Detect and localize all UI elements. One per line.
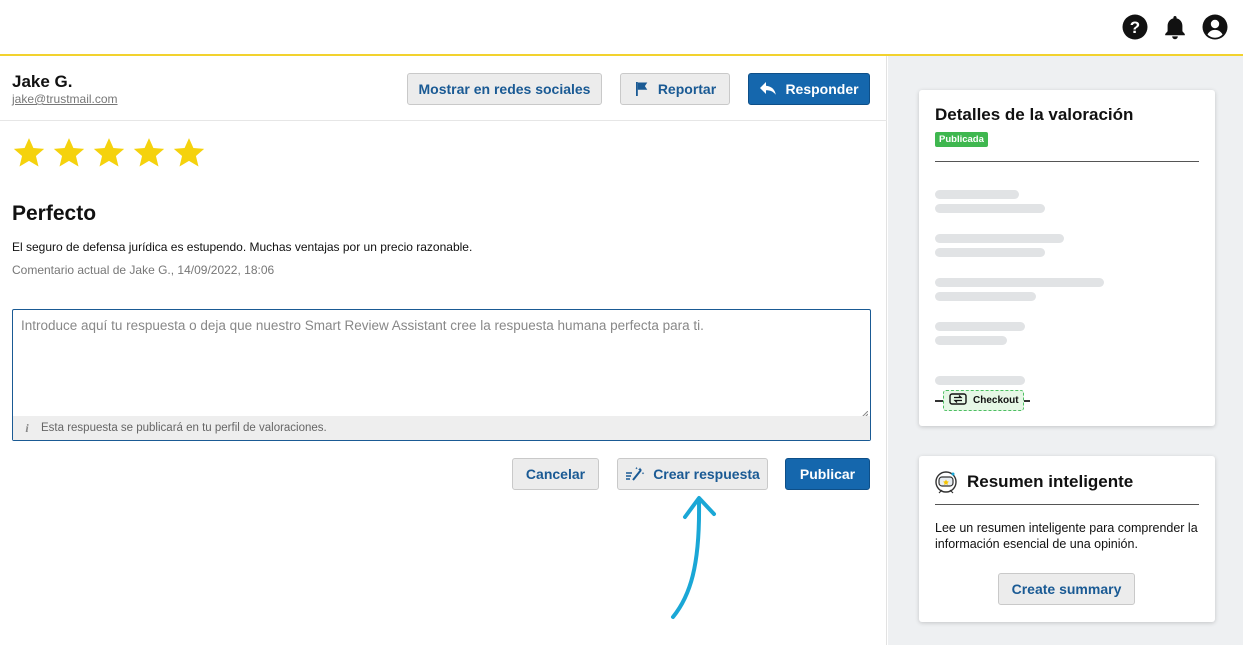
skeleton-line xyxy=(935,190,1019,199)
skeleton-line xyxy=(935,292,1036,301)
top-bar: ? xyxy=(0,0,1243,56)
flag-icon xyxy=(634,81,650,97)
card-divider xyxy=(935,161,1199,162)
bell-icon[interactable] xyxy=(1162,14,1188,40)
publish-button[interactable]: Publicar xyxy=(785,458,870,490)
share-social-button[interactable]: Mostrar en redes sociales xyxy=(407,73,602,105)
reply-button[interactable]: Responder xyxy=(748,73,870,105)
smart-summary-description: Lee un resumen inteligente para comprend… xyxy=(935,521,1198,551)
create-summary-label: Create summary xyxy=(1011,581,1122,597)
review-title: Perfecto xyxy=(12,202,97,225)
card-divider xyxy=(935,504,1199,505)
skeleton-line xyxy=(935,376,1025,385)
share-social-label: Mostrar en redes sociales xyxy=(418,81,591,97)
right-sidebar: Detalles de la valoración Publicada Chec… xyxy=(888,56,1243,645)
reply-info-text: Esta respuesta se publicará en tu perfil… xyxy=(41,422,327,434)
star-icon xyxy=(52,136,86,170)
create-reply-label: Crear respuesta xyxy=(653,466,760,482)
cancel-label: Cancelar xyxy=(525,466,586,482)
review-details-title: Detalles de la valoración xyxy=(935,105,1134,124)
star-icon xyxy=(172,136,206,170)
publish-label: Publicar xyxy=(799,466,856,482)
reply-textarea[interactable] xyxy=(13,310,870,416)
skeleton-line xyxy=(935,278,1104,287)
reply-label: Responder xyxy=(785,81,859,97)
header-divider xyxy=(0,120,887,121)
skeleton-line xyxy=(935,248,1045,257)
transfer-icon xyxy=(949,393,967,408)
review-meta: Comentario actual de Jake G., 14/09/2022… xyxy=(12,263,275,277)
resize-handle-icon[interactable] xyxy=(859,406,869,420)
reviewer-name: Jake G. xyxy=(12,72,73,91)
star-icon xyxy=(132,136,166,170)
skeleton-line xyxy=(935,336,1007,345)
report-label: Reportar xyxy=(657,81,717,97)
report-button[interactable]: Reportar xyxy=(620,73,730,105)
smart-summary-title: Resumen inteligente xyxy=(967,472,1134,491)
cancel-button[interactable]: Cancelar xyxy=(512,458,599,490)
review-panel: Jake G. jake@trustmail.com Mostrar en re… xyxy=(0,56,887,645)
star-icon xyxy=(12,136,46,170)
reply-info-bar: i Esta respuesta se publicará en tu perf… xyxy=(13,416,870,440)
reply-arrow-icon xyxy=(759,81,777,97)
annotation-arrow-icon xyxy=(671,496,716,619)
smart-summary-card: Resumen inteligente Lee un resumen intel… xyxy=(919,456,1215,622)
star-icon xyxy=(92,136,126,170)
reply-editor: i Esta respuesta se publicará en tu perf… xyxy=(12,309,871,441)
user-account-icon[interactable] xyxy=(1202,14,1228,40)
info-icon: i xyxy=(25,420,29,435)
checkout-label: Checkout xyxy=(973,395,1019,406)
star-rating xyxy=(12,136,206,170)
review-details-card: Detalles de la valoración Publicada Chec… xyxy=(919,90,1215,426)
reviewer-email[interactable]: jake@trustmail.com xyxy=(12,92,118,106)
skeleton-line xyxy=(935,204,1045,213)
skeleton-line xyxy=(935,234,1064,243)
status-badge: Publicada xyxy=(935,132,988,147)
svg-text:?: ? xyxy=(1130,18,1140,37)
ai-assistant-icon xyxy=(933,469,959,495)
review-text: El seguro de defensa jurídica es estupen… xyxy=(12,240,473,254)
skeleton-line xyxy=(935,322,1025,331)
magic-wand-icon xyxy=(625,466,645,482)
checkout-chip[interactable]: Checkout xyxy=(943,390,1024,411)
create-summary-button[interactable]: Create summary xyxy=(998,573,1135,605)
help-icon[interactable]: ? xyxy=(1122,14,1148,40)
